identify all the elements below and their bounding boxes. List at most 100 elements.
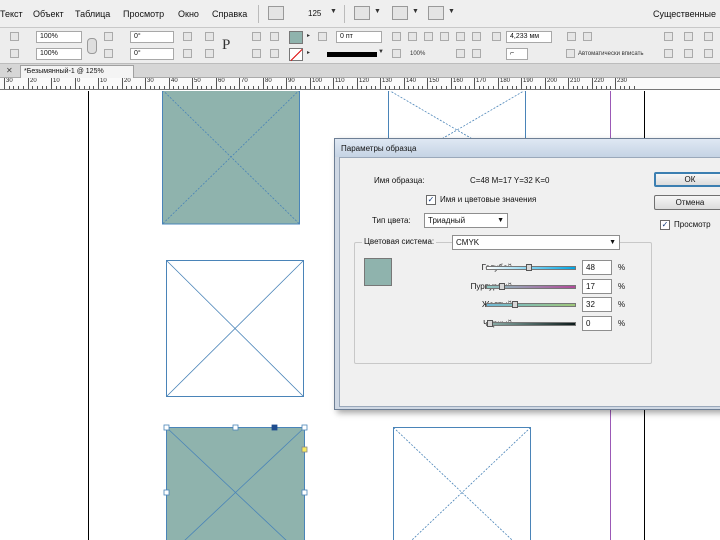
menu-help[interactable]: Справка (212, 9, 247, 19)
fill-dropdown-icon[interactable]: ▸ (307, 32, 310, 39)
menu-window[interactable]: Окно (178, 9, 199, 19)
constrain-proportions-icon[interactable] (87, 38, 97, 54)
effects-opacity[interactable]: 100% (410, 51, 425, 57)
rotate-90-cw-icon[interactable] (183, 32, 192, 41)
yellow-slider-thumb[interactable] (512, 301, 519, 308)
ruler-minor-tick (408, 86, 409, 89)
shear-field[interactable]: 0° (130, 48, 174, 60)
black-input[interactable]: 0 (582, 316, 612, 331)
stroke-swatch[interactable] (289, 48, 303, 61)
black-unit: % (618, 319, 626, 328)
menu-table[interactable]: Таблица (75, 9, 110, 19)
ok-button[interactable]: ОК (654, 172, 720, 187)
effects-icon[interactable] (392, 49, 401, 58)
align-left-icon[interactable] (567, 32, 576, 41)
ruler-minor-tick (37, 86, 38, 89)
stroke-dropdown-icon[interactable]: ▸ (307, 49, 310, 56)
arrange-dropdown-icon[interactable]: ▼ (448, 8, 455, 15)
flip-vertical-icon[interactable] (205, 49, 214, 58)
rotate-field[interactable]: 0° (130, 31, 174, 43)
flip-horizontal-icon[interactable] (183, 49, 192, 58)
dialog-title[interactable]: Параметры образца (335, 139, 720, 157)
stroke-weight-field[interactable]: 0 пт (336, 31, 382, 43)
paragraph-p-icon[interactable]: P (222, 37, 230, 54)
scale-y-icon (10, 49, 19, 58)
text-wrap-box-icon[interactable] (472, 32, 481, 41)
screen-mode-dropdown-icon[interactable]: ▼ (412, 8, 419, 15)
fill-proportionally-icon[interactable] (440, 32, 449, 41)
magenta-slider-thumb[interactable] (498, 283, 505, 290)
cyan-slider[interactable] (486, 264, 576, 271)
magenta-slider[interactable] (486, 283, 576, 290)
ruler-minor-tick (112, 86, 113, 89)
ruler-tick-label: 100 (312, 78, 323, 84)
workspace-switcher[interactable]: Существенные (653, 9, 716, 19)
view-options-dropdown-icon[interactable]: ▼ (374, 8, 381, 15)
cyan-slider-thumb[interactable] (526, 264, 533, 271)
arrange-documents-icon[interactable] (428, 6, 444, 20)
graphic-frame-empty-middle[interactable] (166, 260, 306, 400)
stroke-type-preview[interactable] (327, 52, 377, 57)
offset-field[interactable]: 4,233 мм (506, 31, 552, 43)
select-next-icon[interactable] (270, 49, 279, 58)
graphic-frame-selected[interactable] (162, 423, 312, 540)
fit-content-icon[interactable] (408, 32, 417, 41)
menu-object[interactable]: Объект (33, 9, 64, 19)
zoom-dropdown-icon[interactable]: ▼ (330, 8, 337, 15)
fit-frame-icon[interactable] (392, 32, 401, 41)
magenta-input[interactable]: 17 (582, 279, 612, 294)
cyan-input[interactable]: 48 (582, 260, 612, 275)
distribute-bottom-icon[interactable] (704, 32, 713, 41)
text-wrap-jump-icon[interactable] (472, 49, 481, 58)
text-wrap-none-icon[interactable] (456, 32, 465, 41)
preview-checkbox[interactable]: ✓ (660, 220, 670, 230)
view-options-icon[interactable] (354, 6, 370, 20)
scale-x-field[interactable]: 100% (36, 31, 82, 43)
graphic-frame-empty-bottom[interactable] (393, 427, 533, 540)
text-wrap-shape-icon[interactable] (456, 49, 465, 58)
horizontal-ruler[interactable]: 30 20 10 0 10 20 30 40 50 60 70 80 90 100 110 120 130 140… (0, 78, 720, 90)
stroke-type-dropdown-icon[interactable]: ▼ (378, 49, 384, 55)
bridge-icon[interactable] (268, 6, 284, 20)
distribute-middle-icon[interactable] (684, 32, 693, 41)
name-with-value-checkbox[interactable]: ✓ (426, 195, 436, 205)
corner-shape-field[interactable]: ⌐ (506, 48, 528, 60)
menu-text[interactable]: Текст (0, 9, 23, 19)
align-bottom-icon[interactable] (704, 49, 713, 58)
yellow-slider[interactable] (486, 301, 576, 308)
select-container-icon[interactable] (252, 32, 261, 41)
black-slider-thumb[interactable] (487, 320, 493, 327)
select-previous-icon[interactable] (270, 32, 279, 41)
preview-label[interactable]: Просмотр (674, 220, 711, 229)
ruler-major-tick (521, 78, 522, 89)
auto-fit-label[interactable]: Автоматически вписать (578, 51, 643, 57)
menu-view[interactable]: Просмотр (123, 9, 164, 19)
align-middle-icon[interactable] (684, 49, 693, 58)
ruler-tick-label: 220 (594, 78, 605, 84)
scale-y-field[interactable]: 100% (36, 48, 82, 60)
ruler-minor-tick (394, 86, 395, 89)
ruler-minor-tick (516, 86, 517, 89)
distribute-top-icon[interactable] (664, 32, 673, 41)
ruler-minor-tick (84, 86, 85, 89)
screen-mode-icon[interactable] (392, 6, 408, 20)
dialog-body: Имя образца: C=48 M=17 Y=32 K=0 ✓ Имя и … (339, 157, 720, 407)
fill-swatch[interactable] (289, 31, 303, 44)
document-tab[interactable]: *Безымянный-1 @ 125% (20, 65, 134, 78)
color-type-select[interactable]: Триадный ▼ (424, 213, 508, 228)
ruler-minor-tick (587, 86, 588, 89)
select-content-icon[interactable] (252, 49, 261, 58)
close-tab-icon[interactable]: ✕ (6, 66, 13, 75)
zoom-level[interactable]: 125 (308, 9, 321, 18)
align-top-icon[interactable] (664, 49, 673, 58)
rotate-90-ccw-icon[interactable] (205, 32, 214, 41)
yellow-input[interactable]: 32 (582, 297, 612, 312)
black-slider[interactable] (486, 320, 576, 327)
name-with-value-label[interactable]: Имя и цветовые значения (440, 195, 536, 204)
center-content-icon[interactable] (424, 32, 433, 41)
color-mode-select[interactable]: CMYK ▼ (452, 235, 620, 250)
cancel-button[interactable]: Отмена (654, 195, 720, 210)
align-center-icon[interactable] (583, 32, 592, 41)
graphic-frame-filled-top[interactable] (162, 91, 302, 227)
auto-fit-checkbox[interactable] (566, 49, 575, 58)
